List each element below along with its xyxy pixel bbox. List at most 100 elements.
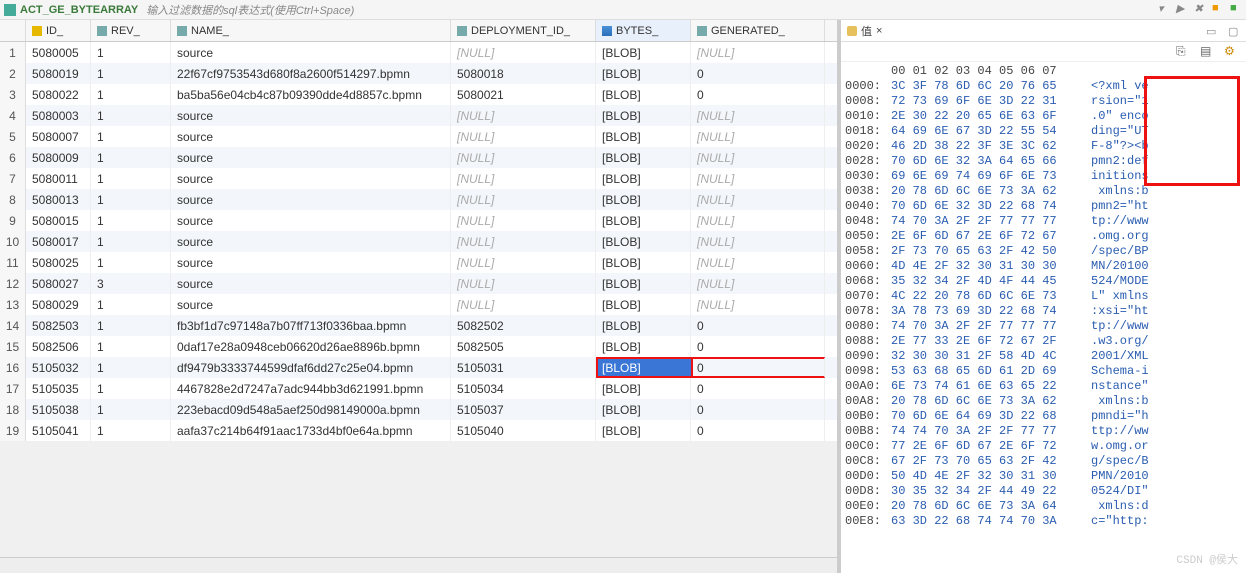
cell-bytes[interactable]: [BLOB] <box>596 42 691 63</box>
filter-hint[interactable]: 输入过滤数据的sql表达式(使用Ctrl+Space) <box>146 2 354 18</box>
col-rev[interactable]: REV_ <box>91 20 171 41</box>
cell-name[interactable]: ba5ba56e04cb4c87b09390dde4d8857c.bpmn <box>171 84 451 105</box>
copy-icon[interactable]: ⎘ <box>1176 44 1190 58</box>
cell-bytes[interactable]: [BLOB] <box>596 399 691 420</box>
cell-generated[interactable]: [NULL] <box>691 210 825 231</box>
close-icon[interactable]: × <box>876 25 882 37</box>
table-row[interactable]: 1450825031fb3bf1d7c97148a7b07ff713f0336b… <box>0 315 837 336</box>
clear-icon[interactable]: ✖ <box>1194 2 1206 14</box>
apply-icon[interactable]: ▶ <box>1176 2 1188 14</box>
cell-id[interactable]: 5105038 <box>26 399 91 420</box>
table-row[interactable]: 850800131source[NULL][BLOB][NULL] <box>0 189 837 210</box>
cell-bytes[interactable]: [BLOB] <box>596 63 691 84</box>
cell-rev[interactable]: 1 <box>91 231 171 252</box>
cell-generated[interactable]: [NULL] <box>691 252 825 273</box>
cell-bytes[interactable]: [BLOB] <box>596 147 691 168</box>
col-bytes[interactable]: BYTES_ <box>596 20 691 41</box>
cell-deployment[interactable]: 5082505 <box>451 336 596 357</box>
cell-id[interactable]: 5105041 <box>26 420 91 441</box>
cell-rev[interactable]: 1 <box>91 210 171 231</box>
cell-id[interactable]: 5082506 <box>26 336 91 357</box>
cell-generated[interactable]: 0 <box>691 63 825 84</box>
cell-deployment[interactable]: [NULL] <box>451 147 596 168</box>
cell-rev[interactable]: 1 <box>91 399 171 420</box>
table-row[interactable]: 1651050321df9479b3333744599dfaf6dd27c25e… <box>0 357 837 378</box>
cell-generated[interactable]: [NULL] <box>691 42 825 63</box>
cell-rev[interactable]: 1 <box>91 252 171 273</box>
cell-id[interactable]: 5080029 <box>26 294 91 315</box>
cell-bytes[interactable]: [BLOB] <box>596 189 691 210</box>
cell-name[interactable]: source <box>171 42 451 63</box>
cell-name[interactable]: aafa37c214b64f91aac1733d4bf0e64a.bpmn <box>171 420 451 441</box>
cell-rev[interactable]: 1 <box>91 168 171 189</box>
cell-generated[interactable]: 0 <box>691 315 825 336</box>
cell-rev[interactable]: 1 <box>91 189 171 210</box>
table-row[interactable]: 15508250610daf17e28a0948ceb06620d26ae889… <box>0 336 837 357</box>
cell-generated[interactable]: 0 <box>691 378 825 399</box>
cell-bytes[interactable]: [BLOB] <box>596 273 691 294</box>
cell-name[interactable]: 22f67cf9753543d680f8a2600f514297.bpmn <box>171 63 451 84</box>
cell-bytes[interactable]: [BLOB] <box>596 231 691 252</box>
history-icon[interactable]: ▾ <box>1158 2 1170 14</box>
maximize-icon[interactable]: ▢ <box>1228 25 1240 37</box>
cell-deployment[interactable]: [NULL] <box>451 42 596 63</box>
cell-deployment[interactable]: [NULL] <box>451 126 596 147</box>
cell-bytes[interactable]: [BLOB] <box>596 210 691 231</box>
cell-rev[interactable]: 1 <box>91 63 171 84</box>
cell-name[interactable]: source <box>171 105 451 126</box>
cell-id[interactable]: 5080007 <box>26 126 91 147</box>
cell-generated[interactable]: [NULL] <box>691 105 825 126</box>
open-icon[interactable]: ▤ <box>1200 44 1214 58</box>
cell-rev[interactable]: 1 <box>91 315 171 336</box>
table-row[interactable]: 1250800273source[NULL][BLOB][NULL] <box>0 273 837 294</box>
cell-id[interactable]: 5080011 <box>26 168 91 189</box>
cell-deployment[interactable]: 5082502 <box>451 315 596 336</box>
cell-id[interactable]: 5080013 <box>26 189 91 210</box>
cell-bytes[interactable]: [BLOB] <box>596 420 691 441</box>
table-row[interactable]: 150800051source[NULL][BLOB][NULL] <box>0 42 837 63</box>
cell-rev[interactable]: 1 <box>91 105 171 126</box>
save-green-icon[interactable]: ■ <box>1230 2 1242 14</box>
minimize-icon[interactable]: ▭ <box>1206 25 1218 37</box>
cell-generated[interactable]: [NULL] <box>691 147 825 168</box>
table-row[interactable]: 1050800171source[NULL][BLOB][NULL] <box>0 231 837 252</box>
table-row[interactable]: 350800221ba5ba56e04cb4c87b09390dde4d8857… <box>0 84 837 105</box>
cell-bytes[interactable]: [BLOB] <box>596 252 691 273</box>
cell-generated[interactable]: [NULL] <box>691 273 825 294</box>
cell-generated[interactable]: 0 <box>691 420 825 441</box>
cell-id[interactable]: 5080019 <box>26 63 91 84</box>
table-row[interactable]: 1851050381223ebacd09d548a5aef250d9814900… <box>0 399 837 420</box>
cell-id[interactable]: 5080027 <box>26 273 91 294</box>
table-row[interactable]: 650800091source[NULL][BLOB][NULL] <box>0 147 837 168</box>
cell-bytes[interactable]: [BLOB] <box>596 168 691 189</box>
cell-name[interactable]: 223ebacd09d548a5aef250d98149000a.bpmn <box>171 399 451 420</box>
cell-deployment[interactable]: 5105031 <box>451 357 596 378</box>
cell-deployment[interactable]: 5105037 <box>451 399 596 420</box>
settings-icon[interactable]: ⚙ <box>1224 44 1238 58</box>
cell-rev[interactable]: 1 <box>91 357 171 378</box>
table-row[interactable]: 450800031source[NULL][BLOB][NULL] <box>0 105 837 126</box>
table-row[interactable]: 550800071source[NULL][BLOB][NULL] <box>0 126 837 147</box>
col-deployment[interactable]: DEPLOYMENT_ID_ <box>451 20 596 41</box>
cell-bytes[interactable]: [BLOB] <box>596 126 691 147</box>
table-row[interactable]: 1350800291source[NULL][BLOB][NULL] <box>0 294 837 315</box>
cell-name[interactable]: source <box>171 189 451 210</box>
cell-deployment[interactable]: [NULL] <box>451 105 596 126</box>
cell-generated[interactable]: [NULL] <box>691 294 825 315</box>
cell-name[interactable]: df9479b3333744599dfaf6dd27c25e04.bpmn <box>171 357 451 378</box>
cell-bytes[interactable]: [BLOB] <box>596 336 691 357</box>
col-id[interactable]: ID_ <box>26 20 91 41</box>
cell-rev[interactable]: 3 <box>91 273 171 294</box>
horizontal-scrollbar[interactable] <box>0 557 837 573</box>
cell-name[interactable]: source <box>171 147 451 168</box>
cell-deployment[interactable]: 5080021 <box>451 84 596 105</box>
cell-rev[interactable]: 1 <box>91 84 171 105</box>
cell-generated[interactable]: 0 <box>691 357 825 378</box>
cell-name[interactable]: source <box>171 294 451 315</box>
cell-id[interactable]: 5105032 <box>26 357 91 378</box>
cell-generated[interactable]: [NULL] <box>691 168 825 189</box>
cell-name[interactable]: source <box>171 168 451 189</box>
value-tab[interactable]: 值 × <box>847 23 882 39</box>
cell-deployment[interactable]: [NULL] <box>451 168 596 189</box>
cell-rev[interactable]: 1 <box>91 126 171 147</box>
